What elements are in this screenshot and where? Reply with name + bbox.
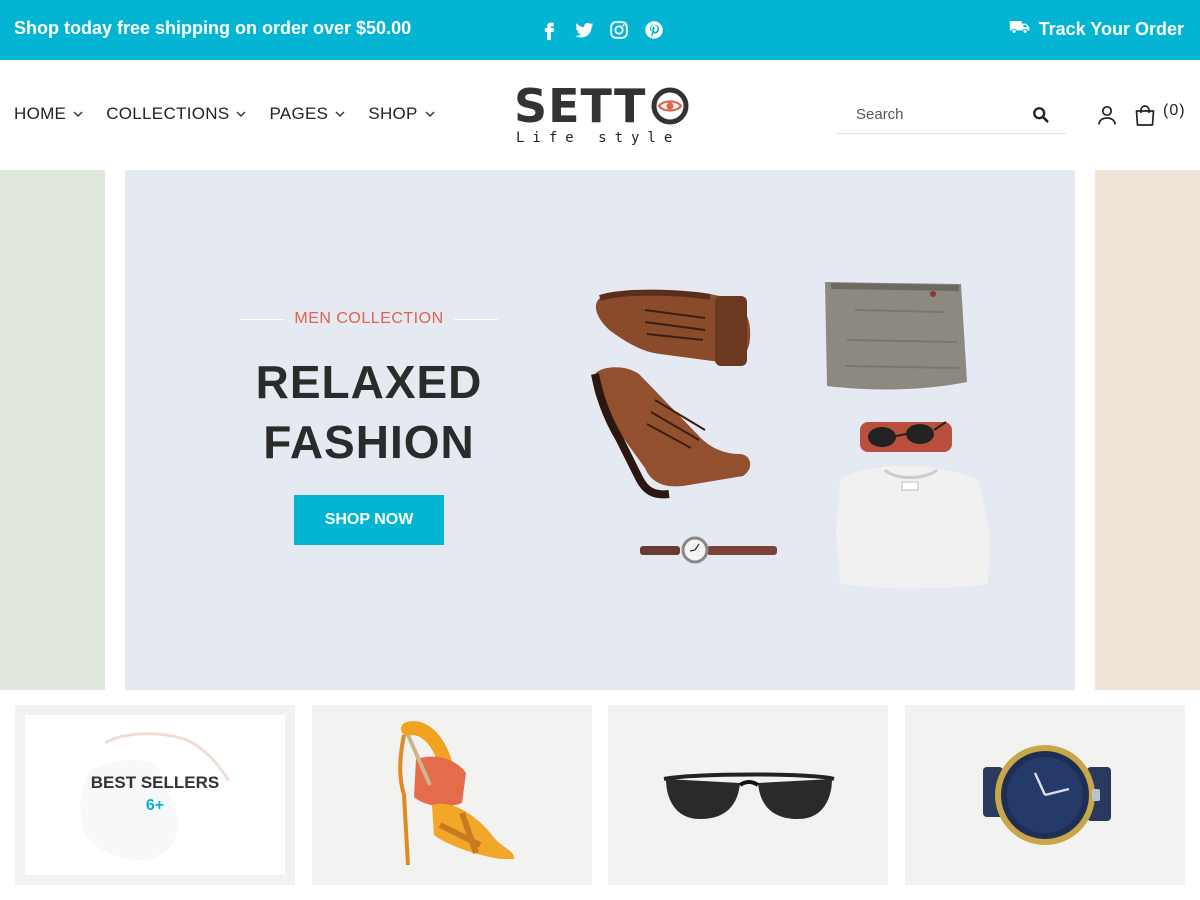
social-links [538,19,665,41]
hero-title-line: FASHION [263,416,475,468]
category-tile-best-sellers[interactable]: BEST SELLERS 6+ [15,705,295,885]
instagram-icon[interactable] [608,19,630,41]
account-icon[interactable] [1096,104,1118,126]
nav-item-shop[interactable]: SHOP [368,104,435,124]
shop-now-button[interactable]: SHOP NOW [294,495,444,545]
boot-image [591,367,751,499]
hero-title: RELAXED FASHION [189,352,549,472]
hero-slide: MEN COLLECTION RELAXED FASHION SHOP NOW [125,170,1075,690]
category-tile-sandals[interactable] [312,705,592,885]
watch-image [640,536,777,564]
search-input[interactable] [836,94,1026,134]
hero-subtitle-row: MEN COLLECTION [240,310,498,328]
sandal-image [398,721,515,866]
cart-count: (0) [1163,102,1186,119]
tile-inner-panel [25,715,285,875]
chevron-down-icon [335,111,345,117]
nav-item-label: HOME [14,104,67,123]
category-tile-sunglasses[interactable] [608,705,888,885]
nav-item-home[interactable]: HOME [14,104,84,124]
top-announcement-bar: Shop today free shipping on order over $… [0,0,1200,60]
chevron-down-icon [425,111,435,117]
wristwatch-image [983,745,1111,845]
tile-label: BEST SELLERS [90,773,220,792]
previous-slide-peek[interactable] [0,170,105,690]
divider [240,318,285,320]
nav-item-collections[interactable]: COLLECTIONS [106,104,247,124]
track-order-label: Track Your Order [1038,19,1184,39]
next-slide-peek[interactable] [1095,170,1200,690]
logo-tagline: Life style [516,130,681,146]
nav-item-label: PAGES [269,104,329,123]
pants-image [825,282,967,390]
hero-subtitle: MEN COLLECTION [294,310,444,327]
facebook-icon[interactable] [538,19,560,41]
chevron-down-icon [236,111,246,117]
sunglasses-image [663,772,835,819]
hero-product-image [591,282,990,589]
main-header: HOME COLLECTIONS PAGES SHOP SETT Life st… [0,60,1200,170]
logo-wordmark: SETT [514,79,647,133]
chevron-down-icon [73,111,83,117]
search-icon[interactable] [1032,106,1050,124]
bag-image [80,732,231,861]
tshirt-image [836,466,990,589]
logo-eye-icon [651,87,689,125]
pinterest-icon[interactable] [643,19,665,41]
divider [453,318,498,320]
tile-count: 6+ [145,797,165,814]
site-logo[interactable]: SETT Life style [514,80,689,150]
nav-item-label: COLLECTIONS [106,104,230,123]
sunglasses-image [860,421,952,452]
main-nav: HOME COLLECTIONS PAGES SHOP [14,104,436,124]
twitter-icon[interactable] [573,19,595,41]
shopping-bag-icon [1135,105,1155,126]
hero-title-line: RELAXED [255,356,483,408]
category-tile-watches[interactable] [905,705,1185,885]
nav-item-label: SHOP [368,104,418,123]
free-shipping-promo: Shop today free shipping on order over $… [14,18,412,38]
track-order-link[interactable]: Track Your Order [1009,18,1184,41]
boot-image [595,289,751,366]
nav-item-pages[interactable]: PAGES [269,104,346,124]
search-box [836,94,1066,134]
cart-button[interactable]: (0) [1133,102,1186,128]
truck-icon [1009,18,1031,41]
